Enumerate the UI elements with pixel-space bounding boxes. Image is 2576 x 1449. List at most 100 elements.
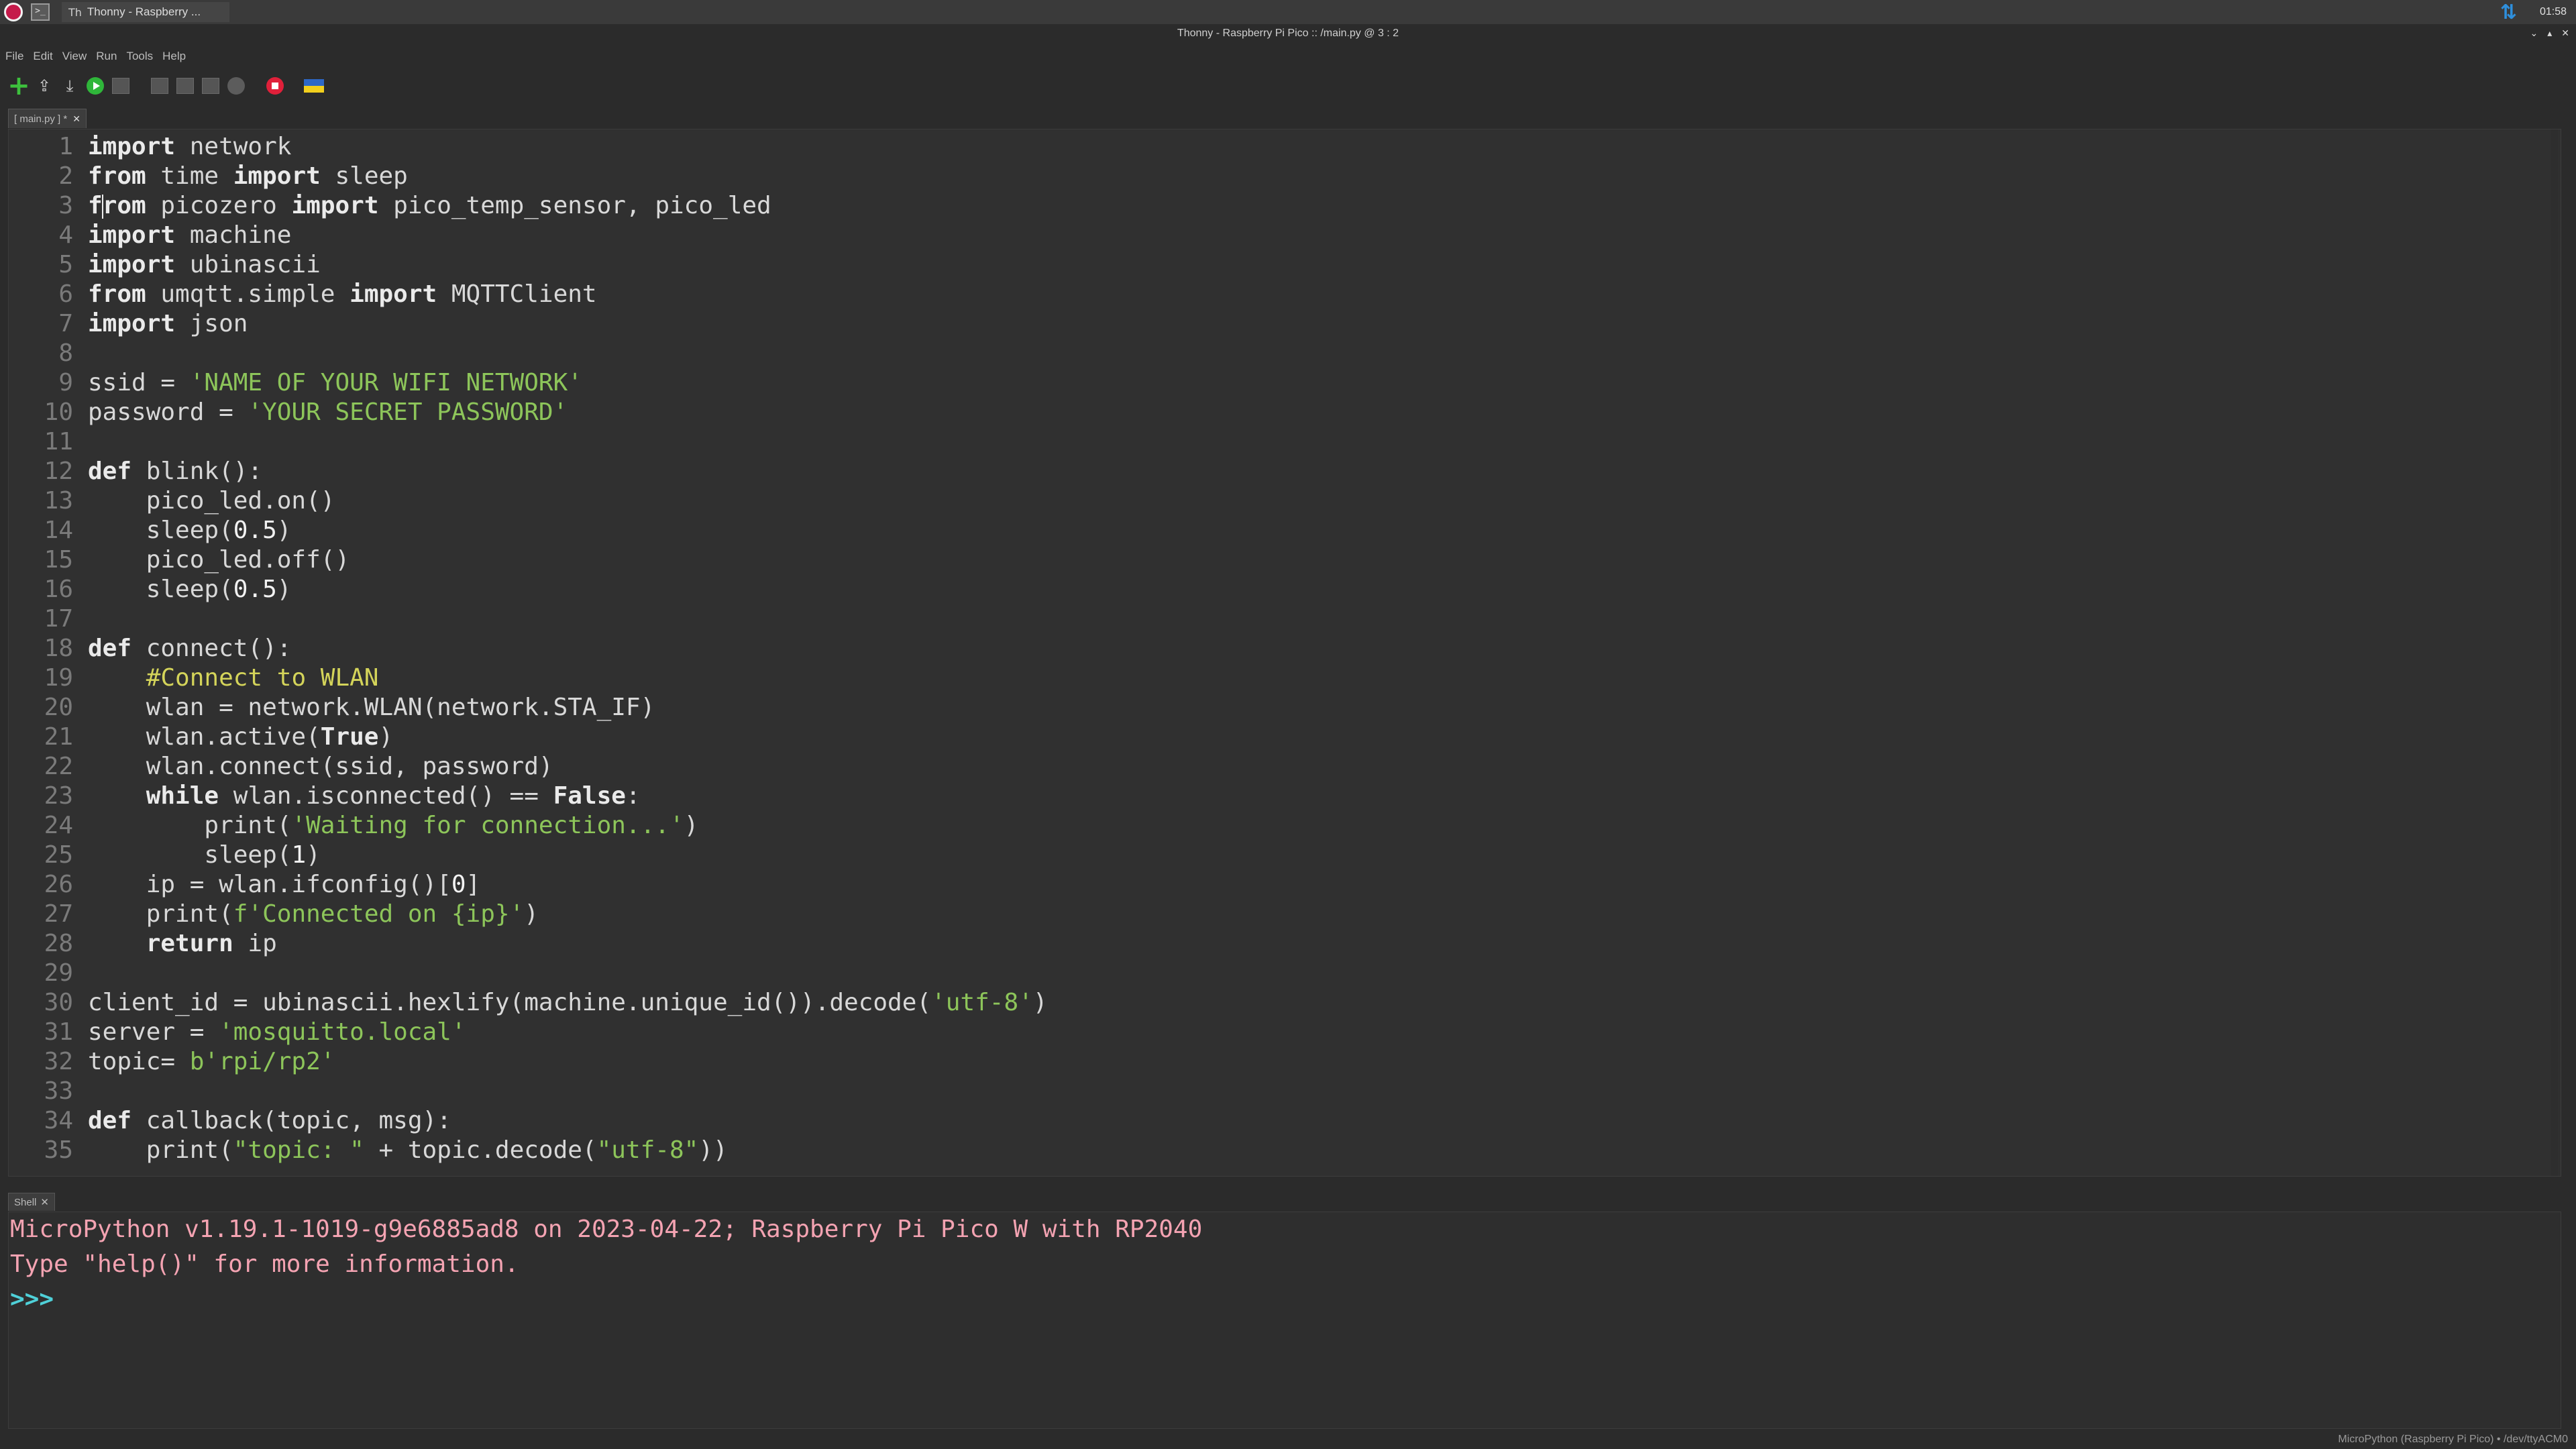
code-token: from	[88, 280, 146, 308]
code-line[interactable]: from picozero import pico_temp_sensor, p…	[88, 191, 2540, 221]
line-number: 27	[44, 900, 73, 928]
interpreter-status[interactable]: MicroPython (Raspberry Pi Pico) • /dev/t…	[2338, 1432, 2568, 1448]
line-number: 29	[44, 959, 73, 987]
close-icon[interactable]: ✕	[2561, 28, 2569, 39]
code-line[interactable]: print("topic: " + topic.decode("utf-8"))	[88, 1136, 2540, 1165]
code-area[interactable]: import network from time import sleep from…	[88, 132, 2540, 1165]
close-tab-icon[interactable]: ✕	[72, 113, 80, 125]
code-line[interactable]: password = 'YOUR SECRET PASSWORD'	[88, 398, 2540, 427]
menu-view[interactable]: View	[62, 50, 87, 63]
code-token: import	[88, 221, 176, 249]
new-file-icon[interactable]: +	[7, 70, 30, 101]
code-line[interactable]	[88, 339, 2540, 368]
code-line[interactable]: sleep(0.5)	[88, 575, 2540, 604]
code-line[interactable]: wlan = network.WLAN(network.STA_IF)	[88, 693, 2540, 722]
save-file-icon[interactable]: ⤓	[59, 75, 80, 97]
code-token: 'mosquitto.local'	[219, 1018, 466, 1046]
taskbar-thonny-item[interactable]: Th Thonny - Raspberry ...	[62, 2, 229, 22]
resume-icon[interactable]	[225, 75, 247, 97]
code-line[interactable]: ip = wlan.ifconfig()[0]	[88, 870, 2540, 900]
code-token: 'NAME OF YOUR WIFI NETWORK'	[189, 369, 582, 396]
shell-banner-line: MicroPython v1.19.1-1019-g9e6885ad8 on 2…	[10, 1216, 1203, 1243]
code-line[interactable]: from umqtt.simple import MQTTClient	[88, 280, 2540, 309]
stop-icon[interactable]	[264, 75, 286, 97]
step-out-icon[interactable]	[200, 75, 221, 97]
close-shell-icon[interactable]: ✕	[40, 1196, 49, 1208]
line-number: 30	[44, 989, 73, 1016]
code-token: b'rpi/rp2'	[189, 1048, 335, 1075]
code-token: pico_temp_sensor, pico_led	[378, 192, 771, 219]
code-line[interactable]: return ip	[88, 929, 2540, 959]
code-token: ip = wlan.ifconfig()[	[88, 871, 451, 898]
code-line[interactable]	[88, 604, 2540, 634]
line-number: 17	[44, 605, 73, 633]
debug-icon[interactable]	[110, 75, 131, 97]
code-editor[interactable]: 1 2 3 4 5 6 7 8 9 10 11 12 13 14 15 16 17 18 19 20 21 22 23 24 2…	[8, 129, 2561, 1177]
editor-scrollbar[interactable]	[2551, 129, 2558, 1176]
code-token: wlan.isconnected() ==	[219, 782, 553, 810]
code-token: sleep(	[88, 576, 233, 603]
menu-edit[interactable]: Edit	[33, 50, 52, 63]
shell-prompt-line[interactable]: >>>	[9, 1282, 2561, 1317]
code-line[interactable]: pico_led.off()	[88, 545, 2540, 575]
code-line[interactable]: import ubinascii	[88, 250, 2540, 280]
code-line[interactable]	[88, 959, 2540, 988]
minimize-icon[interactable]: ⌄	[2530, 28, 2538, 39]
code-line[interactable]: def blink():	[88, 457, 2540, 486]
code-line[interactable]: topic= b'rpi/rp2'	[88, 1047, 2540, 1077]
code-token: print(	[88, 812, 292, 839]
step-over-icon[interactable]	[149, 75, 170, 97]
code-line[interactable]: wlan.connect(ssid, password)	[88, 752, 2540, 782]
maximize-icon[interactable]: ▴	[2547, 28, 2552, 39]
code-token: pico_led.on()	[88, 487, 335, 515]
code-line[interactable]: print('Waiting for connection...')	[88, 811, 2540, 841]
terminal-icon[interactable]: >_	[31, 3, 50, 21]
clock[interactable]: 01:58	[2540, 6, 2567, 18]
code-line[interactable]: import json	[88, 309, 2540, 339]
support-ukraine-icon[interactable]	[303, 75, 325, 97]
code-token: import	[233, 162, 321, 190]
network-arrows-icon[interactable]: ⇅	[2500, 1, 2517, 24]
run-icon[interactable]	[85, 75, 106, 97]
code-token: )	[1032, 989, 1048, 1016]
editor-tab-main-py[interactable]: [ main.py ] * ✕	[8, 109, 87, 128]
shell-tab[interactable]: Shell ✕	[8, 1193, 55, 1211]
line-number: 18	[44, 635, 73, 662]
code-token: f'Connected on {ip}'	[233, 900, 525, 928]
code-token: server =	[88, 1018, 219, 1046]
code-line[interactable]: client_id = ubinascii.hexlify(machine.un…	[88, 988, 2540, 1018]
code-line[interactable]: pico_led.on()	[88, 486, 2540, 516]
shell-panel[interactable]: MicroPython v1.19.1-1019-g9e6885ad8 on 2…	[8, 1212, 2561, 1429]
code-line[interactable]: while wlan.isconnected() == False:	[88, 782, 2540, 811]
code-line[interactable]: import machine	[88, 221, 2540, 250]
menu-help[interactable]: Help	[162, 50, 186, 63]
code-line[interactable]: sleep(1)	[88, 841, 2540, 870]
code-line[interactable]: wlan.active(True)	[88, 722, 2540, 752]
code-line[interactable]: def callback(topic, msg):	[88, 1106, 2540, 1136]
code-line[interactable]	[88, 1077, 2540, 1106]
code-line[interactable]: ssid = 'NAME OF YOUR WIFI NETWORK'	[88, 368, 2540, 398]
menu-run[interactable]: Run	[96, 50, 117, 63]
step-into-icon[interactable]	[174, 75, 196, 97]
menu-tools[interactable]: Tools	[126, 50, 153, 63]
code-line[interactable]: def connect():	[88, 634, 2540, 663]
line-number: 21	[44, 723, 73, 751]
code-line[interactable]: import network	[88, 132, 2540, 162]
code-token: picozero	[146, 192, 292, 219]
code-token: import	[88, 133, 176, 160]
code-line[interactable]: from time import sleep	[88, 162, 2540, 191]
code-token: sleep(	[88, 841, 292, 869]
code-token: rom	[102, 192, 146, 219]
code-line[interactable]	[88, 427, 2540, 457]
code-token: import	[88, 310, 176, 337]
code-line[interactable]: print(f'Connected on {ip}')	[88, 900, 2540, 929]
code-line[interactable]: #Connect to WLAN	[88, 663, 2540, 693]
code-token: ssid =	[88, 369, 190, 396]
code-token: import	[88, 251, 176, 278]
code-line[interactable]: sleep(0.5)	[88, 516, 2540, 545]
raspberry-menu-icon[interactable]	[4, 3, 23, 21]
code-line[interactable]: server = 'mosquitto.local'	[88, 1018, 2540, 1047]
open-file-icon[interactable]: ⇪	[34, 75, 55, 97]
menu-file[interactable]: File	[5, 50, 23, 63]
